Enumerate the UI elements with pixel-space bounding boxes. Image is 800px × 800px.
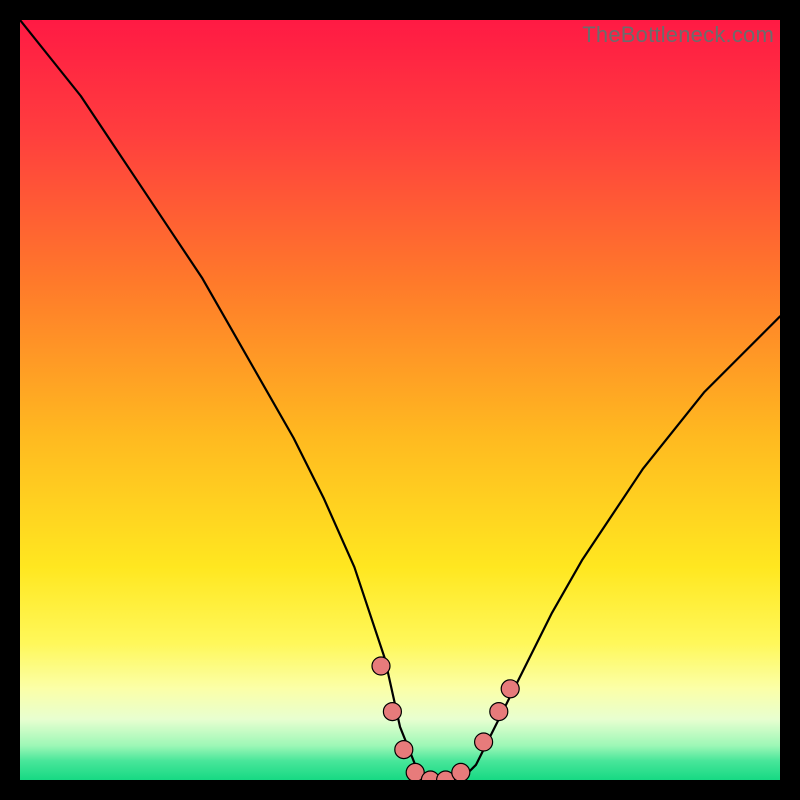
watermark-text: TheBottleneck.com [582, 22, 774, 48]
marker-dot [395, 741, 413, 759]
marker-dot [501, 680, 519, 698]
marker-dot [490, 703, 508, 721]
marker-dot [372, 657, 390, 675]
marker-dot [383, 703, 401, 721]
marker-dot [475, 733, 493, 751]
gradient-background [20, 20, 780, 780]
chart-frame: TheBottleneck.com [20, 20, 780, 780]
marker-dot [452, 763, 470, 780]
bottleneck-chart [20, 20, 780, 780]
